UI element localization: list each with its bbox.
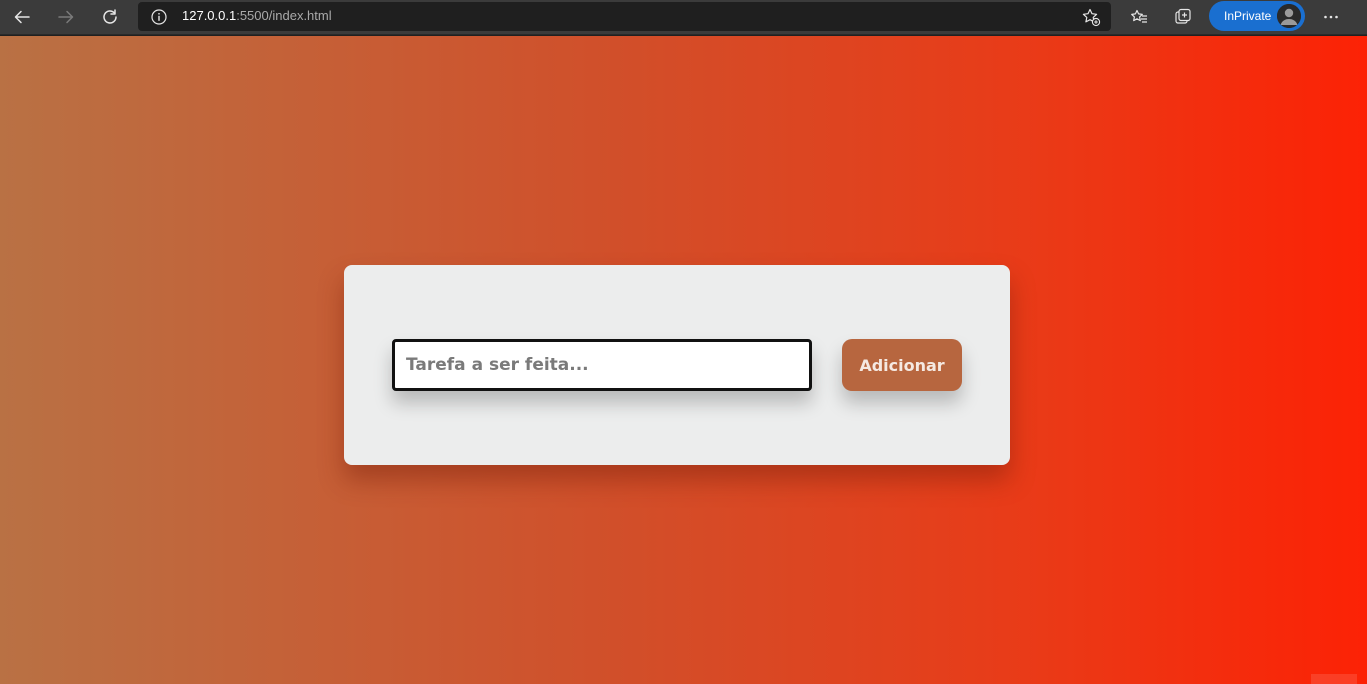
more-button[interactable] <box>1318 4 1344 30</box>
arrow-right-icon <box>58 10 74 24</box>
back-button[interactable] <box>7 3 37 31</box>
arrow-left-icon <box>14 10 30 24</box>
forward-button[interactable] <box>51 3 81 31</box>
browser-toolbar: 127.0.0.1:5500/index.html InPrivate <box>0 0 1367 35</box>
star-plus-icon[interactable] <box>1081 7 1101 27</box>
more-dots-icon <box>1324 15 1338 19</box>
info-icon[interactable] <box>151 9 167 25</box>
inprivate-label: InPrivate <box>1224 9 1272 23</box>
corner-overlay <box>1311 674 1357 684</box>
collections-button[interactable] <box>1170 4 1196 30</box>
task-card: Adicionar <box>344 265 1010 465</box>
add-button[interactable]: Adicionar <box>842 339 962 391</box>
reload-icon <box>103 9 117 24</box>
url-path: :5500/index.html <box>236 8 332 23</box>
task-input[interactable] <box>392 339 812 391</box>
url-text[interactable]: 127.0.0.1:5500/index.html <box>182 8 332 23</box>
reload-button[interactable] <box>95 3 125 31</box>
url-host: 127.0.0.1 <box>182 8 237 23</box>
inprivate-badge[interactable]: InPrivate <box>1209 1 1305 31</box>
avatar <box>1277 4 1301 28</box>
person-icon <box>1277 4 1301 28</box>
favorites-icon <box>1131 9 1147 23</box>
collections-icon <box>1175 8 1191 24</box>
favorites-button[interactable] <box>1126 4 1152 30</box>
address-bar[interactable]: 127.0.0.1:5500/index.html <box>138 2 1111 31</box>
page-viewport: Adicionar <box>0 36 1367 684</box>
